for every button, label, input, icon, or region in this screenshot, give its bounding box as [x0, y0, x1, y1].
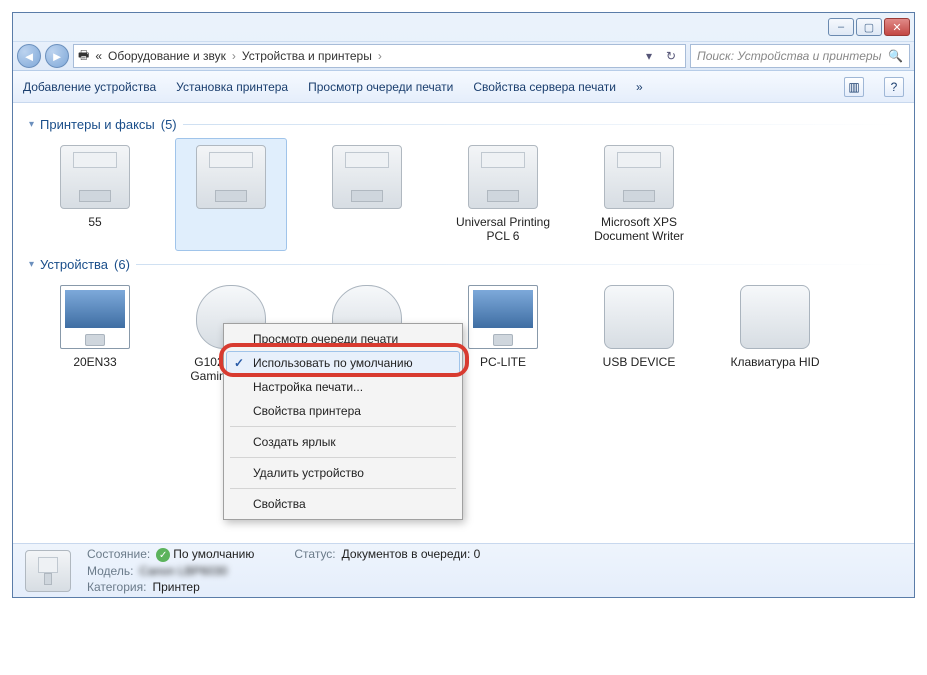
devices-and-printers-window: – ▢ ✕ ◄ ► 🖶 « Оборудование и звук › Устр… [12, 12, 915, 598]
cm-set-default[interactable]: Использовать по умолчанию [226, 351, 460, 375]
cm-separator [230, 426, 456, 427]
cm-properties[interactable]: Свойства [226, 492, 460, 516]
cm-separator [230, 457, 456, 458]
printer-context-menu: Просмотр очереди печати Использовать по … [223, 323, 463, 520]
view-queue-button[interactable]: Просмотр очереди печати [308, 80, 453, 94]
printers-list: 55 Universal Printing PCL 6 Microsoft XP… [29, 138, 898, 251]
add-device-button[interactable]: Добавление устройства [23, 80, 156, 94]
group-count: (5) [161, 117, 177, 132]
toolbar-overflow-chevron[interactable]: » [636, 80, 643, 94]
collapse-icon: ▾ [29, 119, 34, 130]
state-value: ✓По умолчанию [156, 547, 254, 563]
breadcrumb-part-1[interactable]: Оборудование и звук [108, 49, 226, 63]
check-icon: ✓ [156, 548, 170, 562]
toolbar: Добавление устройства Установка принтера… [13, 71, 914, 103]
device-item[interactable]: PC-LITE [447, 278, 559, 391]
group-header-printers[interactable]: ▾ Принтеры и факсы (5) [29, 117, 898, 132]
search-icon[interactable]: 🔍 [888, 49, 903, 63]
group-title: Принтеры и факсы [40, 117, 155, 132]
cm-view-queue[interactable]: Просмотр очереди печати [226, 327, 460, 351]
navigation-row: ◄ ► 🖶 « Оборудование и звук › Устройства… [13, 41, 914, 71]
details-thumbnail-icon [25, 550, 71, 592]
view-mode-button[interactable]: ▥ [844, 77, 864, 97]
category-value: Принтер [152, 580, 199, 594]
back-button[interactable]: ◄ [17, 44, 41, 68]
group-divider [136, 264, 898, 265]
minimize-button[interactable]: – [828, 18, 854, 36]
printer-icon [60, 145, 130, 209]
printer-label: 55 [44, 215, 146, 229]
device-label: Клавиатура HID [724, 355, 826, 369]
group-title: Устройства [40, 257, 108, 272]
group-count: (6) [114, 257, 130, 272]
server-props-button[interactable]: Свойства сервера печати [473, 80, 616, 94]
device-item[interactable]: Клавиатура HID [719, 278, 831, 391]
printer-item[interactable]: Microsoft XPS Document Writer [583, 138, 695, 251]
device-item[interactable]: 20EN33 [39, 278, 151, 391]
printer-item[interactable] [311, 138, 423, 251]
content-area: ▾ Принтеры и факсы (5) 55 Universal Prin… [13, 103, 914, 543]
printer-item[interactable]: 55 [39, 138, 151, 251]
help-button[interactable]: ? [884, 77, 904, 97]
refresh-button[interactable]: ↻ [661, 46, 681, 66]
breadcrumb-part-2[interactable]: Устройства и принтеры [242, 49, 372, 63]
breadcrumb-separator: › [378, 49, 382, 63]
printer-label: Universal Printing PCL 6 [452, 215, 554, 244]
details-columns: Состояние: ✓По умолчанию Модель: Canon L… [87, 547, 480, 595]
device-label: PC-LITE [452, 355, 554, 369]
cm-printer-props[interactable]: Свойства принтера [226, 399, 460, 423]
category-label: Категория: [87, 580, 146, 594]
model-value: Canon LBP6030 [139, 564, 227, 578]
address-bar[interactable]: 🖶 « Оборудование и звук › Устройства и п… [73, 44, 686, 68]
computer-icon [468, 285, 538, 349]
state-label: Состояние: [87, 547, 150, 563]
devices-icon: 🖶 [78, 46, 89, 67]
printer-icon [604, 145, 674, 209]
titlebar: – ▢ ✕ [13, 13, 914, 41]
search-placeholder: Поиск: Устройства и принтеры [697, 49, 881, 63]
printer-icon [196, 145, 266, 209]
keyboard-icon [740, 285, 810, 349]
close-button[interactable]: ✕ [884, 18, 910, 36]
printer-item-selected[interactable] [175, 138, 287, 251]
add-printer-button[interactable]: Установка принтера [176, 80, 288, 94]
search-input[interactable]: Поиск: Устройства и принтеры 🔍 [690, 44, 910, 68]
details-pane: Состояние: ✓По умолчанию Модель: Canon L… [13, 543, 914, 597]
status-value: Документов в очереди: 0 [342, 547, 481, 561]
printer-label: Microsoft XPS Document Writer [588, 215, 690, 244]
breadcrumb-prefix: « [95, 49, 102, 63]
collapse-icon: ▾ [29, 259, 34, 270]
status-label: Статус: [294, 547, 335, 561]
group-header-devices[interactable]: ▾ Устройства (6) [29, 257, 898, 272]
printer-icon [468, 145, 538, 209]
history-dropdown-icon[interactable]: ▾ [639, 46, 659, 66]
forward-button[interactable]: ► [45, 44, 69, 68]
cm-print-settings[interactable]: Настройка печати... [226, 375, 460, 399]
printer-item[interactable]: Universal Printing PCL 6 [447, 138, 559, 251]
monitor-icon [60, 285, 130, 349]
device-label: 20EN33 [44, 355, 146, 369]
devices-list: 20EN33 G102 Prodigy Gaming Mouse HID-сов… [29, 278, 898, 391]
group-divider [183, 124, 898, 125]
cm-create-shortcut[interactable]: Создать ярлык [226, 430, 460, 454]
model-label: Модель: [87, 564, 133, 578]
cm-remove-device[interactable]: Удалить устройство [226, 461, 460, 485]
maximize-button[interactable]: ▢ [856, 18, 882, 36]
cm-separator [230, 488, 456, 489]
printer-icon [332, 145, 402, 209]
device-item[interactable]: USB DEVICE [583, 278, 695, 391]
device-label: USB DEVICE [588, 355, 690, 369]
usb-device-icon [604, 285, 674, 349]
breadcrumb-separator: › [232, 49, 236, 63]
